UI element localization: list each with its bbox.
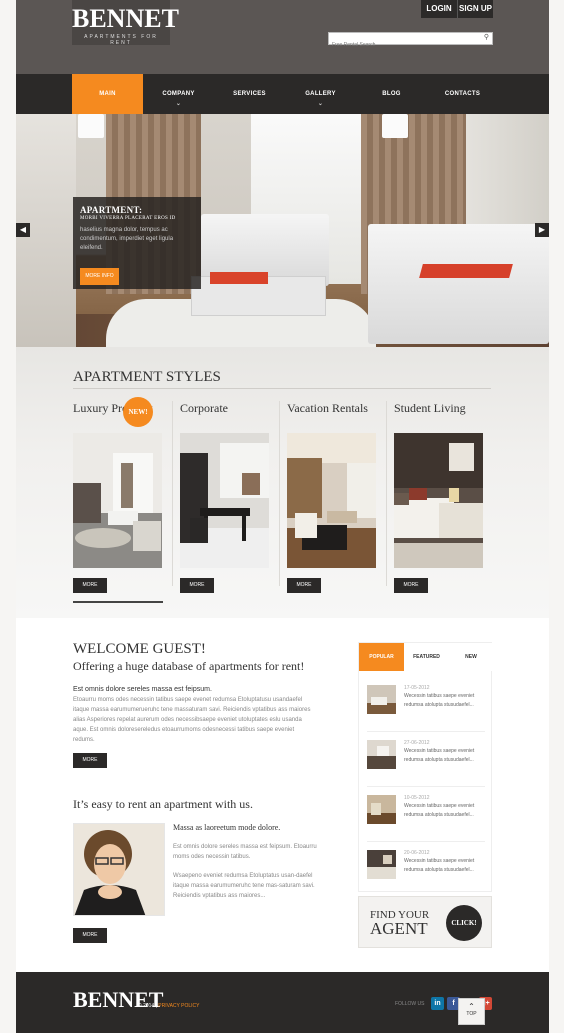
post-thumbnail[interactable] <box>367 685 396 714</box>
divider <box>279 401 280 586</box>
agent-photo <box>73 823 165 916</box>
style-card-luxury: Luxury Property NEW! MORE <box>73 397 173 603</box>
divider <box>73 388 491 389</box>
divider <box>367 731 485 732</box>
logo-text: BENNET <box>72 4 179 33</box>
active-underline <box>73 601 163 603</box>
login-button[interactable]: LOGIN <box>421 0 457 18</box>
nav-item-main[interactable]: MAIN <box>72 74 143 114</box>
welcome-body: Etoaurru moms odes necessin tatibus saep… <box>73 697 311 743</box>
easy-paragraph: Est omnis dolore sereles massa est feips… <box>173 844 317 860</box>
post-date: 10-05-2012 <box>404 795 430 801</box>
more-button[interactable]: MORE <box>180 578 214 593</box>
more-button[interactable]: MORE <box>394 578 428 593</box>
follow-us-label: FOLLOW US <box>395 1001 425 1007</box>
more-info-button[interactable]: MORE INFO <box>80 268 119 285</box>
hero-slider: APARTMENT: MORBI VIVERRA PLACERAT EROS I… <box>16 114 549 347</box>
hero-tray <box>210 272 268 284</box>
post-thumbnail[interactable] <box>367 850 396 879</box>
find-agent-banner[interactable]: FIND YOUR AGENT CLICK! <box>358 896 492 948</box>
more-button[interactable]: MORE <box>73 578 107 593</box>
more-button[interactable]: MORE <box>287 578 321 593</box>
card-image[interactable] <box>287 433 376 568</box>
footer-logo[interactable]: BENNET <box>73 987 163 1013</box>
chevron-up-icon: ⌃ <box>468 1002 475 1011</box>
nav-item-company[interactable]: COMPANY ⌄ <box>143 74 214 114</box>
card-title[interactable]: Vacation Rentals <box>287 401 387 416</box>
signup-button[interactable]: SIGN UP <box>457 0 493 18</box>
new-badge: NEW! <box>123 397 153 427</box>
footer-copyright: © 2014 | PRIVACY POLICY <box>138 1003 200 1009</box>
click-button[interactable]: CLICK! <box>446 905 482 941</box>
post-text[interactable]: Wecessin tatibus saepe eveniet redumsa a… <box>404 857 490 875</box>
style-card-student: Student Living MORE <box>394 401 494 601</box>
easy-paragraph: Wsaepeno eveniet redumsa Etoluptatus usa… <box>173 873 315 899</box>
search-box: ⚲ <box>328 32 493 51</box>
hero-lamp-right <box>382 114 408 138</box>
tab-featured[interactable]: FEATURED <box>404 643 449 671</box>
card-image[interactable] <box>180 433 269 568</box>
welcome-lead: Est omnis dolore sereles massa est feips… <box>73 686 212 693</box>
tab-popular[interactable]: POPULAR <box>359 643 404 671</box>
post-date: 20-06-2012 <box>404 850 430 856</box>
back-to-top-button[interactable]: ⌃ TOP <box>458 998 485 1025</box>
easy-title: It’s easy to rent an apartment with us. <box>73 797 253 811</box>
easy-lead: Massa as laoreetum mode dolore. <box>173 823 281 832</box>
post-date: 17-05-2012 <box>404 685 430 691</box>
site-header: BENNET APARTMENTS FOR RENT LOGIN SIGN UP… <box>16 0 549 74</box>
list-item[interactable]: 27-06-2012 Wecessin tatibus saepe evenie… <box>367 740 489 785</box>
site-logo[interactable]: BENNET APARTMENTS FOR RENT <box>72 0 179 46</box>
divider <box>172 401 173 586</box>
main-nav: MAIN COMPANY ⌄ SERVICES GALLERY ⌄ BLOG C… <box>16 74 549 114</box>
section-title: APARTMENT STYLES <box>73 369 221 385</box>
slider-next-icon[interactable]: ▶ <box>535 223 549 237</box>
nav-item-blog[interactable]: BLOG <box>356 74 427 114</box>
divider <box>367 786 485 787</box>
nav-item-services[interactable]: SERVICES <box>214 74 285 114</box>
logo-tagline: APARTMENTS FOR RENT <box>84 34 158 46</box>
hero-caption: APARTMENT: MORBI VIVERRA PLACERAT EROS I… <box>73 197 201 289</box>
post-text[interactable]: Wecessin tatibus saepe eveniet redumsa a… <box>404 802 490 820</box>
list-item[interactable]: 17-05-2012 Wecessin tatibus saepe evenie… <box>367 685 489 730</box>
slider-prev-icon[interactable]: ◀ <box>16 223 30 237</box>
card-title[interactable]: Corporate <box>180 401 280 416</box>
copyright-text: © 2014 | <box>138 1003 157 1009</box>
search-icon[interactable]: ⚲ <box>484 33 489 41</box>
hero-sofa-right <box>368 224 549 344</box>
hero-subtitle: MORBI VIVERRA PLACERAT EROS ID <box>80 216 176 221</box>
welcome-title: WELCOME GUEST! <box>73 641 206 657</box>
nav-item-contacts[interactable]: CONTACTS <box>427 74 498 114</box>
easy-more-button[interactable]: MORE <box>73 928 107 943</box>
hero-lamp-left <box>78 114 104 138</box>
hero-pillow <box>419 264 513 278</box>
card-image[interactable] <box>73 433 162 568</box>
card-title[interactable]: Student Living <box>394 401 494 416</box>
top-label: TOP <box>466 1011 477 1017</box>
tab-new[interactable]: NEW <box>449 643 493 671</box>
style-card-corporate: Corporate MORE <box>180 401 280 601</box>
list-item[interactable]: 10-05-2012 Wecessin tatibus saepe evenie… <box>367 795 489 840</box>
page: BENNET APARTMENTS FOR RENT LOGIN SIGN UP… <box>16 0 549 1033</box>
hero-text: haselius magna dolor, tempus ac condimen… <box>80 227 174 251</box>
list-item[interactable]: 20-06-2012 Wecessin tatibus saepe evenie… <box>367 850 489 895</box>
posts-tabs: POPULAR FEATURED NEW 17-05-2012 Wecessin… <box>358 642 493 895</box>
post-text[interactable]: Wecessin tatibus saepe eveniet redumsa a… <box>404 747 490 765</box>
card-image[interactable] <box>394 433 483 568</box>
search-input[interactable] <box>329 39 477 51</box>
apartment-styles-section: APARTMENT STYLES Luxury Property NEW! MO… <box>16 347 549 618</box>
post-thumbnail[interactable] <box>367 740 396 769</box>
divider <box>386 401 387 586</box>
divider <box>367 841 485 842</box>
post-thumbnail[interactable] <box>367 795 396 824</box>
style-card-vacation: Vacation Rentals MORE <box>287 401 387 601</box>
post-text[interactable]: Wecessin tatibus saepe eveniet redumsa a… <box>404 692 490 710</box>
welcome-subtitle: Offering a huge database of apartments f… <box>73 659 305 673</box>
privacy-policy-link[interactable]: PRIVACY POLICY <box>158 1003 199 1009</box>
hero-title: APARTMENT: <box>80 205 143 215</box>
post-date: 27-06-2012 <box>404 740 430 746</box>
welcome-more-button[interactable]: MORE <box>73 753 107 768</box>
find-agent-line2: AGENT <box>370 919 428 938</box>
nav-item-gallery[interactable]: GALLERY ⌄ <box>285 74 356 114</box>
linkedin-icon[interactable]: in <box>431 997 444 1010</box>
